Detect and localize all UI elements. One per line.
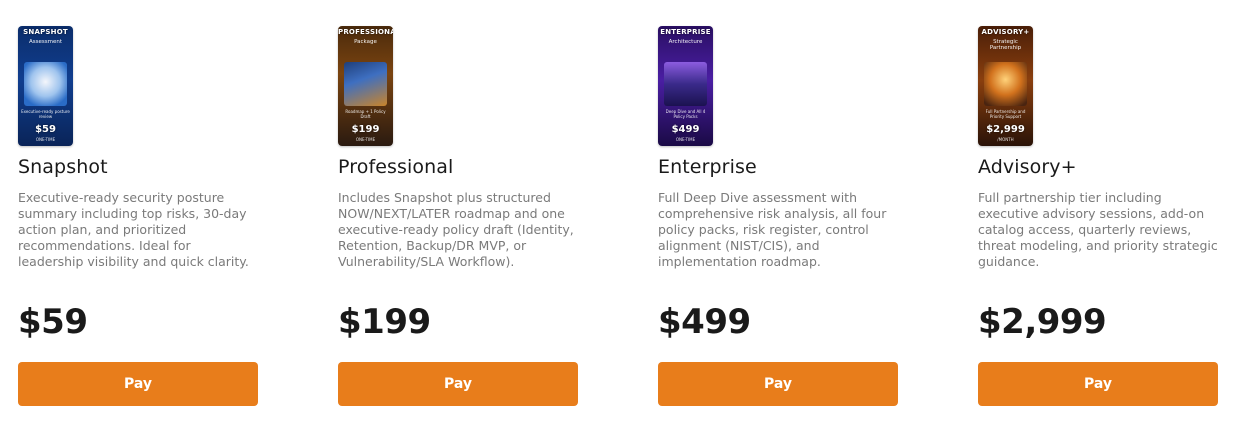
- plan-description: Full partnership tier including executiv…: [978, 190, 1218, 269]
- plan-thumbnail-snapshot: SNAPSHOT Assessment Executive-ready post…: [18, 26, 73, 146]
- pay-button-professional[interactable]: Pay: [338, 362, 578, 406]
- pay-button-snapshot[interactable]: Pay: [18, 362, 258, 406]
- plan-thumbnail-professional: PROFESSIONAL Package Roadmap + 1 Policy …: [338, 26, 393, 146]
- plan-name: Advisory+: [978, 156, 1077, 178]
- plan-description: Executive-ready security posture summary…: [18, 190, 249, 269]
- plan-thumbnail-advisory-plus: ADVISORY+ Strategic Partnership Full Par…: [978, 26, 1033, 146]
- report-illustration-icon: [24, 62, 67, 106]
- thumbnail-caption: Roadmap + 1 Policy Draft: [345, 109, 386, 119]
- plan-name: Snapshot: [18, 156, 108, 178]
- thumbnail-term: /MONTH: [997, 137, 1014, 142]
- plan-price: $499: [658, 302, 751, 342]
- thumbnail-title: PROFESSIONAL: [338, 28, 393, 36]
- thumbnail-title: ENTERPRISE: [660, 28, 711, 36]
- server-rack-illustration-icon: [664, 62, 707, 106]
- pricing-grid: SNAPSHOT Assessment Executive-ready post…: [18, 26, 1218, 406]
- thumbnail-subtitle: Assessment: [29, 39, 62, 45]
- thumbnail-caption: Executive-ready posture review: [21, 109, 70, 119]
- plan-card-enterprise: ENTERPRISE Architecture Deep Dive and Al…: [658, 26, 898, 406]
- plan-card-professional: PROFESSIONAL Package Roadmap + 1 Policy …: [338, 26, 578, 406]
- plan-price: $199: [338, 302, 431, 342]
- plan-thumbnail-enterprise: ENTERPRISE Architecture Deep Dive and Al…: [658, 26, 713, 146]
- thumbnail-subtitle: Strategic Partnership: [989, 39, 1022, 52]
- plan-price: $59: [18, 302, 88, 342]
- plan-description: Includes Snapshot plus structured NOW/NE…: [338, 190, 574, 269]
- plan-name: Professional: [338, 156, 454, 178]
- plan-card-advisory-plus: ADVISORY+ Strategic Partnership Full Par…: [978, 26, 1218, 406]
- thumbnail-price: $499: [671, 124, 700, 135]
- thumbnail-subtitle: Package: [354, 39, 377, 45]
- thumbnail-term: ONE-TIME: [35, 137, 56, 142]
- thumbnail-subtitle: Architecture: [668, 39, 703, 45]
- pay-button-advisory-plus[interactable]: Pay: [978, 362, 1218, 406]
- plan-description: Full Deep Dive assessment with comprehen…: [658, 190, 887, 269]
- thumbnail-title: SNAPSHOT: [23, 28, 68, 36]
- plan-price: $2,999: [978, 302, 1107, 342]
- laptop-illustration-icon: [344, 62, 387, 106]
- pay-button-enterprise[interactable]: Pay: [658, 362, 898, 406]
- thumbnail-price: $59: [35, 124, 56, 135]
- thumbnail-price: $199: [351, 124, 380, 135]
- plan-card-snapshot: SNAPSHOT Assessment Executive-ready post…: [18, 26, 258, 406]
- plan-name: Enterprise: [658, 156, 757, 178]
- thumbnail-price: $2,999: [986, 124, 1025, 135]
- meeting-illustration-icon: [984, 62, 1027, 106]
- thumbnail-term: ONE-TIME: [675, 137, 696, 142]
- thumbnail-caption: Full Partnership and Priority Support: [985, 109, 1026, 119]
- thumbnail-title: ADVISORY+: [981, 28, 1030, 36]
- thumbnail-term: ONE-TIME: [355, 137, 376, 142]
- thumbnail-caption: Deep Dive and All 4 Policy Packs: [665, 109, 706, 119]
